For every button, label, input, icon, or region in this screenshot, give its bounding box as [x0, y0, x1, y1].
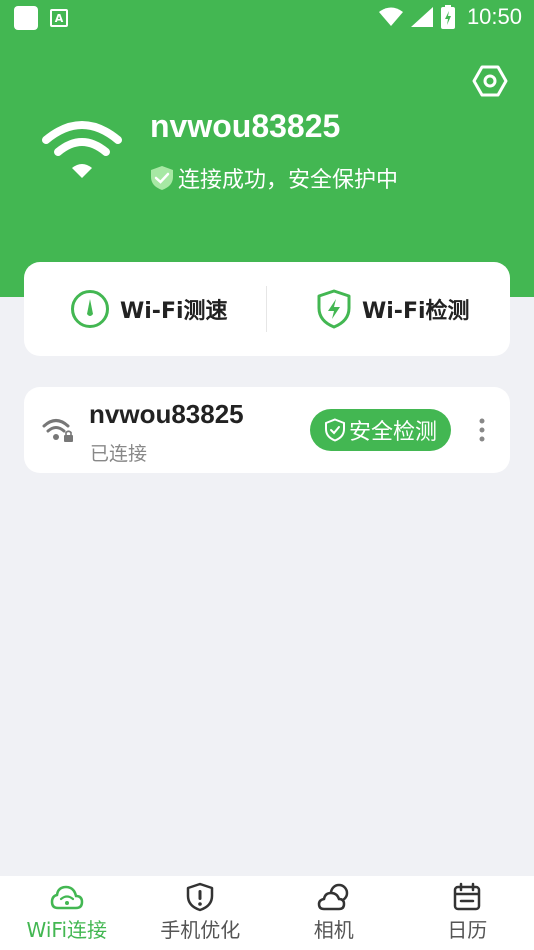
security-check-button[interactable]: 安全检测 [310, 409, 451, 451]
network-card-name: nvwou83825 [89, 399, 244, 429]
connection-status: 连接成功，安全保护中 [150, 162, 398, 194]
wifi-lock-icon [42, 419, 73, 442]
header: A 10:50 nvwou83825 连接成功，安全保护中 [0, 0, 534, 297]
status-bar: A 10:50 [0, 0, 534, 38]
connection-status-text: 连接成功，安全保护中 [178, 168, 399, 193]
speedometer-icon [71, 290, 109, 328]
shield-check-icon [324, 418, 345, 442]
divider [266, 286, 267, 332]
network-card-status: 已连接 [90, 443, 148, 465]
cloud-sun-icon [317, 883, 348, 911]
shield-alert-icon [187, 882, 214, 912]
calendar-icon [454, 882, 481, 911]
wifi-speedtest-button[interactable]: Wi-Fi测速 [70, 262, 228, 356]
wifi-check-label: Wi-Fi检测 [362, 299, 470, 324]
keyboard-a-icon: A [50, 9, 68, 27]
tab-camera[interactable]: 相机 [267, 876, 401, 950]
bottom-tab-bar: WiFi连接 手机优化 相机 日历 [0, 876, 534, 950]
tab-wifi[interactable]: WiFi连接 [0, 876, 134, 950]
wifi-speedtest-label: Wi-Fi测速 [120, 299, 228, 324]
tab-wifi-label: WiFi连接 [26, 918, 108, 942]
tools-card: Wi-Fi测速 Wi-Fi检测 [24, 262, 510, 356]
settings-hexagon-icon[interactable] [472, 63, 508, 99]
notification-icon [14, 6, 38, 30]
wifi-cloud-icon [50, 885, 84, 910]
tab-calendar[interactable]: 日历 [401, 876, 534, 950]
signal-icon [410, 7, 433, 27]
tab-optimize[interactable]: 手机优化 [134, 876, 268, 950]
network-name: nvwou83825 [150, 108, 341, 144]
shield-check-icon [151, 166, 173, 190]
battery-icon [440, 5, 455, 29]
wifi-icon [42, 121, 122, 178]
tab-camera-label: 相机 [313, 918, 354, 942]
wifi-check-button[interactable]: Wi-Fi检测 [316, 262, 470, 356]
more-options-icon[interactable] [472, 417, 492, 443]
wifi-status-icon [378, 7, 403, 26]
clock: 10:50 [466, 4, 522, 29]
network-card[interactable]: nvwou83825 已连接 安全检测 [24, 387, 510, 473]
security-check-label: 安全检测 [348, 420, 437, 445]
tab-calendar-label: 日历 [447, 918, 488, 942]
shield-bolt-icon [317, 289, 351, 329]
tab-optimize-label: 手机优化 [160, 918, 241, 942]
